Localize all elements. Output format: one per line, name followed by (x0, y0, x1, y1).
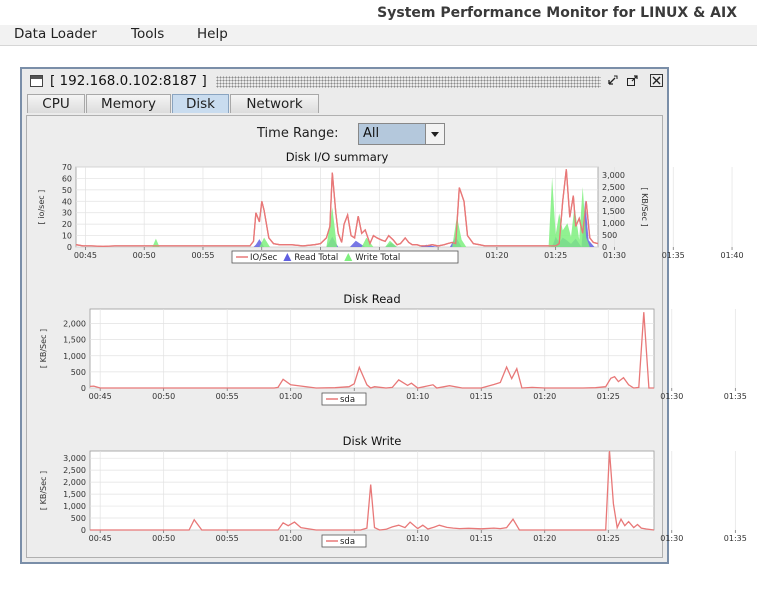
disk-read-y-tick: 1,000 (63, 352, 86, 361)
disk-read-x-tick: 01:00 (279, 392, 302, 401)
io-summary-y-tick: 40 (62, 197, 72, 206)
disk-read-y-tick: 2,000 (63, 320, 86, 329)
io-summary-y2-tick: 1,500 (602, 207, 625, 216)
io-summary-x-tick: 01:25 (544, 251, 567, 260)
disk-write-y-axis-label: [ KB/Sec ] (39, 471, 48, 510)
io-summary-y2-tick: 2,500 (602, 183, 625, 192)
io-summary-y2-tick: 0 (602, 243, 607, 252)
disk-write-x-tick: 01:25 (597, 534, 620, 543)
disk-read-x-tick: 01:35 (724, 392, 747, 401)
disk-read-plot-area (89, 308, 655, 389)
disk-write-y-tick: 2,500 (63, 466, 86, 475)
disk-read-y-tick: 0 (81, 384, 86, 393)
disk-write-y-tick: 500 (71, 514, 86, 523)
io-summary-x-tick: 00:45 (74, 251, 97, 260)
io-summary-y-axis-label: [ io/sec ] (37, 190, 46, 225)
disk-read-x-tick: 01:20 (533, 392, 556, 401)
disk-read-legend-label-sda: sda (340, 395, 355, 405)
disk-read-y-axis-label: [ KB/Sec ] (39, 329, 48, 368)
disk-read-y-tick: 1,500 (63, 336, 86, 345)
disk-write-x-tick: 00:45 (89, 534, 112, 543)
io-summary-y2-tick: 2,000 (602, 195, 625, 204)
io-summary-legend-label-io-sec: IO/Sec (250, 253, 278, 263)
io-summary-x-tick: 01:20 (485, 251, 508, 260)
disk-write-y-tick: 2,000 (63, 478, 86, 487)
io-summary-y-tick: 50 (62, 186, 72, 195)
disk-write-y-tick: 0 (81, 526, 86, 535)
io-summary-x-tick: 01:30 (603, 251, 626, 260)
disk-write-x-tick: 00:55 (216, 534, 239, 543)
disk-write-x-tick: 01:35 (724, 534, 747, 543)
disk-write-y-tick: 3,000 (63, 454, 86, 463)
io-summary-y-tick: 70 (62, 163, 72, 172)
io-summary-y2-tick: 1,000 (602, 219, 625, 228)
io-summary-x-tick: 00:50 (133, 251, 156, 260)
disk-read-x-tick: 01:30 (660, 392, 683, 401)
disk-read-x-tick: 00:55 (216, 392, 239, 401)
io-summary-title: Disk I/O summary (286, 150, 389, 164)
disk-write-x-tick: 01:10 (406, 534, 429, 543)
io-summary-y-tick: 10 (62, 232, 72, 241)
io-summary-x-tick: 00:55 (191, 251, 214, 260)
disk-write-x-tick: 00:50 (152, 534, 175, 543)
disk-write-title: Disk Write (343, 434, 402, 448)
disk-read-x-tick: 00:45 (89, 392, 112, 401)
io-summary-y-tick: 30 (62, 209, 72, 218)
io-summary-y-tick: 20 (62, 220, 72, 229)
io-summary-legend-label-read-total: Read Total (294, 253, 338, 263)
disk-read-x-tick: 01:10 (406, 392, 429, 401)
charts-layer: Disk I/O summary 0 10 20 30 40 50 60 70 00:45 00:5… (37, 150, 747, 548)
io-summary-y-tick: 0 (67, 243, 72, 252)
disk-write-x-tick: 01:30 (660, 534, 683, 543)
disk-write-x-tick: 01:00 (279, 534, 302, 543)
disk-write-y-tick: 1,000 (63, 502, 86, 511)
io-summary-y2-axis-label: [ KB/Sec ] (640, 187, 649, 226)
io-summary-plot-area (75, 166, 599, 248)
disk-write-x-tick: 01:20 (533, 534, 556, 543)
disk-read-x-tick: 01:25 (597, 392, 620, 401)
io-summary-y2-tick: 3,000 (602, 171, 625, 180)
io-summary-x-tick: 01:40 (720, 251, 743, 260)
disk-read-x-tick: 01:15 (470, 392, 493, 401)
io-summary-x-tick: 01:35 (662, 251, 685, 260)
disk-write-y-tick: 1,500 (63, 490, 86, 499)
disk-read-x-tick: 00:50 (152, 392, 175, 401)
disk-read-title: Disk Read (343, 292, 400, 306)
disk-read-y-tick: 500 (71, 368, 86, 377)
disk-write-x-tick: 01:15 (470, 534, 493, 543)
disk-write-legend-label-sda: sda (340, 537, 355, 547)
io-summary-y2-tick: 500 (602, 231, 617, 240)
io-summary-y-tick: 60 (62, 174, 72, 183)
io-summary-legend-label-write-total: Write Total (355, 253, 400, 263)
